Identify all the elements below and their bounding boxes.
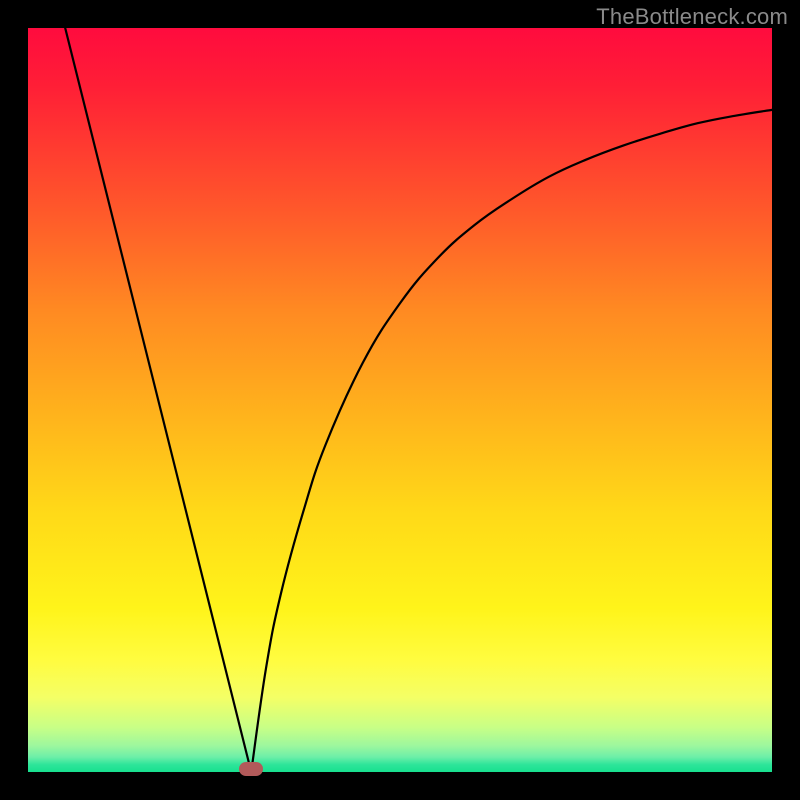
chart-frame: TheBottleneck.com xyxy=(0,0,800,800)
curve-path xyxy=(65,28,772,772)
plot-area xyxy=(28,28,772,772)
watermark-text: TheBottleneck.com xyxy=(596,4,788,30)
bottleneck-curve xyxy=(28,28,772,772)
vertex-marker xyxy=(239,762,263,776)
